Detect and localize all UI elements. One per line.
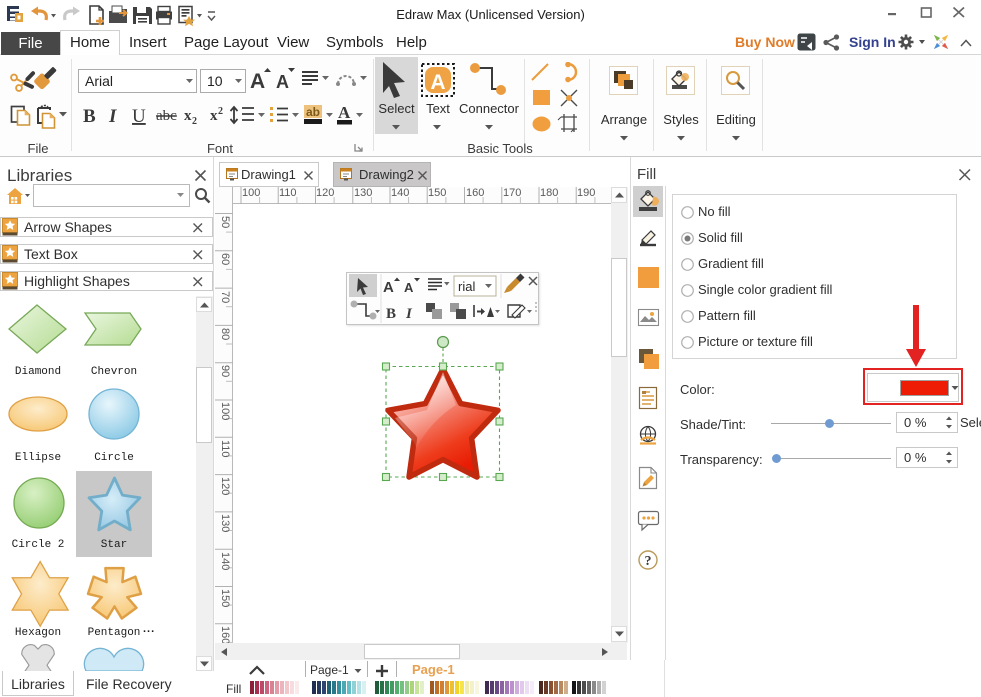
svg-text:B: B xyxy=(386,306,396,322)
svg-text:A: A xyxy=(250,70,265,93)
svg-text:rial: rial xyxy=(458,279,475,294)
svg-text:A: A xyxy=(276,72,289,92)
svg-text:ab: ab xyxy=(306,105,320,119)
svg-text:A: A xyxy=(404,280,414,295)
svg-text:A: A xyxy=(338,103,351,122)
svg-text:A: A xyxy=(430,71,445,94)
svg-text:?: ? xyxy=(645,554,652,569)
svg-text:I: I xyxy=(405,306,413,322)
svg-text:A: A xyxy=(383,279,394,296)
